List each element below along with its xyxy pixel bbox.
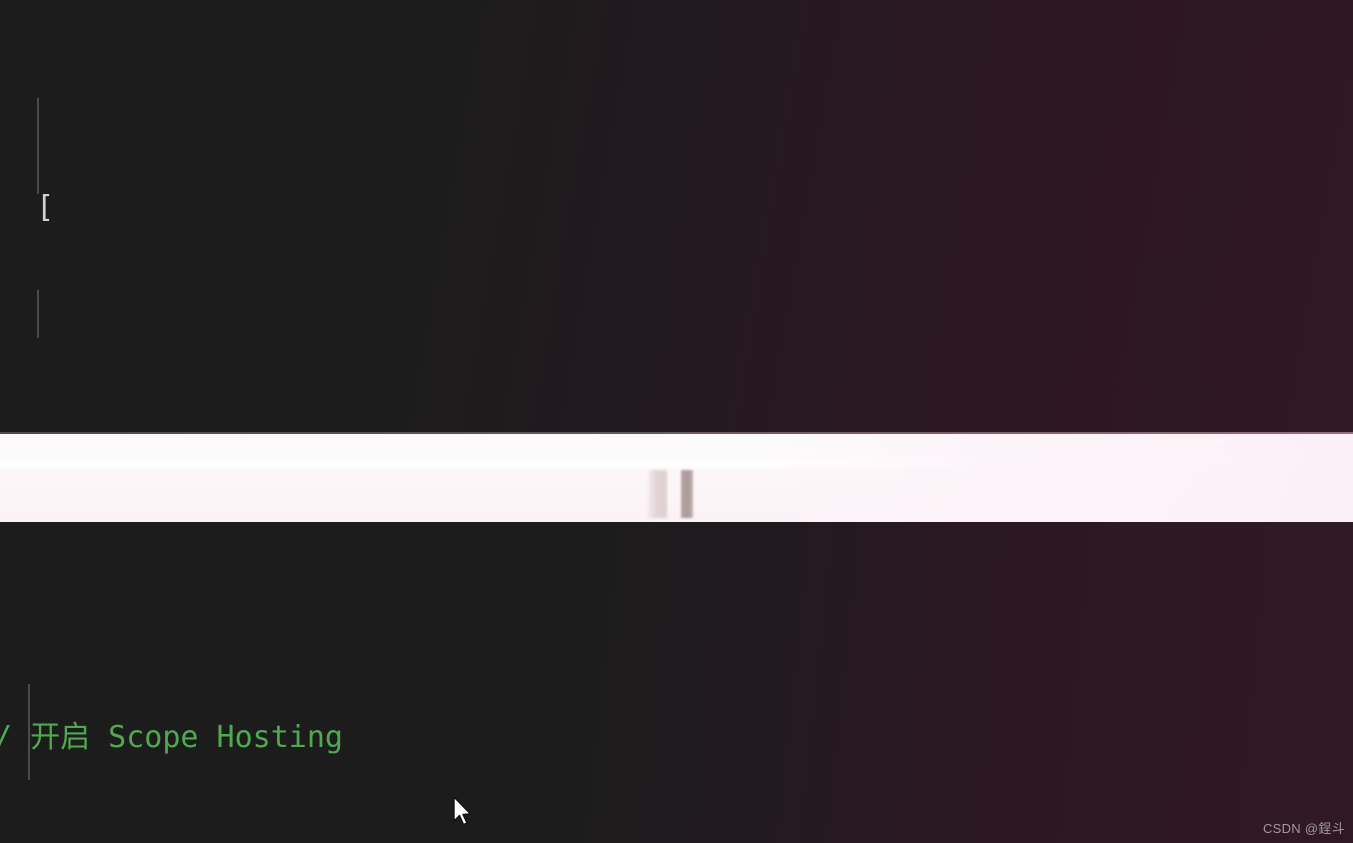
- panel-divider: [0, 434, 1353, 522]
- code-line-comment[interactable]: / 开启 Scope Hosting: [0, 714, 1156, 762]
- token-bracket-open: [: [36, 190, 55, 225]
- code-editor-panel-top[interactable]: [ (function (module, __webpack_exports__…: [0, 0, 1353, 434]
- mouse-cursor-icon: [453, 796, 472, 826]
- code-line[interactable]: [: [0, 184, 1337, 232]
- comment-scope-hosting: / 开启 Scope Hosting: [0, 720, 343, 755]
- csdn-watermark: CSDN @鋥斗: [1262, 821, 1345, 836]
- code-block-top[interactable]: [ (function (module, __webpack_exports__…: [0, 0, 1337, 434]
- code-editor-panel-bottom[interactable]: / 开启 Scope Hosting (function (module, __…: [0, 522, 1353, 843]
- scrollbar-artifact[interactable]: [648, 470, 667, 518]
- scrollbar-thumb[interactable]: [681, 470, 693, 518]
- code-line[interactable]: (function (module, __webpack_exports__, …: [0, 424, 1337, 434]
- code-block-bottom[interactable]: / 开启 Scope Hosting (function (module, __…: [0, 522, 1156, 843]
- screenshot-root: [ (function (module, __webpack_exports__…: [0, 0, 1353, 843]
- divider-tint: [0, 434, 1353, 522]
- indent-guide: [28, 684, 30, 780]
